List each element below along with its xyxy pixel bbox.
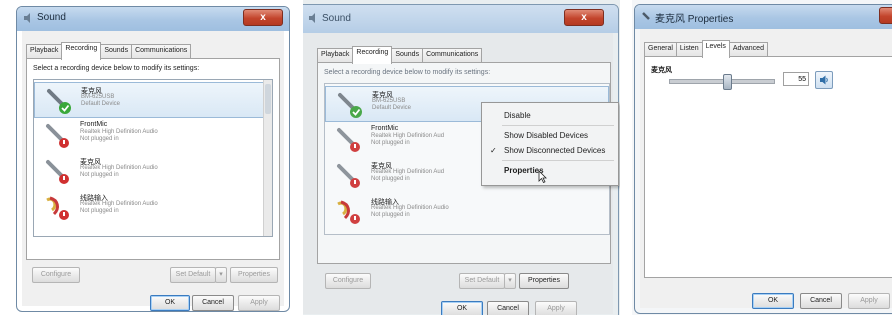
dialog-client: Playback Recording Sounds Communications… bbox=[22, 31, 284, 311]
tab-communications[interactable]: Communications bbox=[422, 48, 483, 63]
device-detail: Realtek High Definition Aud Not plugged i… bbox=[371, 133, 445, 146]
microphone-icon bbox=[47, 89, 71, 114]
microphone-icon bbox=[337, 164, 360, 188]
device-detail: Realtek High Definition Audio Not plugged… bbox=[80, 129, 158, 142]
tab-sounds[interactable]: Sounds bbox=[391, 48, 424, 63]
tab-recording[interactable]: Recording bbox=[352, 46, 393, 64]
tab-strip: Playback Recording Sounds Communications bbox=[26, 42, 192, 60]
speaker-icon bbox=[24, 13, 30, 23]
tab-general[interactable]: General bbox=[644, 42, 677, 57]
properties-dialog: 麦克风 Properties x General Listen Levels A… bbox=[634, 4, 892, 314]
cancel-button[interactable]: Cancel bbox=[800, 293, 842, 309]
screenshot-panel-1: Sound x Playback Recording Sounds Commun… bbox=[0, 0, 294, 315]
level-label: 麦克风 bbox=[651, 67, 672, 74]
tab-communications[interactable]: Communications bbox=[131, 44, 192, 59]
apply-button[interactable]: Apply bbox=[535, 301, 577, 315]
level-value-field[interactable]: 55 bbox=[783, 72, 809, 86]
device-detail: Realtek High Definition Audio Not plugged… bbox=[371, 205, 449, 218]
tab-playback[interactable]: Playback bbox=[26, 44, 63, 59]
device-detail: Realtek High Definition Aud Not plugged i… bbox=[371, 169, 445, 182]
dialog-client: General Listen Levels Advanced 麦克风 55 OK… bbox=[640, 29, 892, 309]
ok-button[interactable]: OK bbox=[441, 301, 483, 315]
device-detail: BM-625USB Default Device bbox=[81, 94, 121, 107]
ok-button[interactable]: OK bbox=[752, 293, 794, 309]
device-item[interactable]: 线路输入 Realtek High Definition Audio Not pl… bbox=[34, 190, 272, 224]
apply-button[interactable]: Apply bbox=[238, 295, 280, 311]
device-name: FrontMic bbox=[371, 125, 399, 132]
instruction-text: Select a recording device below to modif… bbox=[33, 65, 200, 72]
window-title: Sound bbox=[322, 13, 351, 24]
checkmark-icon: ✓ bbox=[490, 146, 497, 155]
device-item[interactable]: FrontMic Realtek High Definition Audio No… bbox=[34, 118, 272, 152]
configure-button[interactable]: Configure bbox=[32, 267, 80, 283]
microphone-icon bbox=[338, 93, 362, 118]
cancel-button[interactable]: Cancel bbox=[192, 295, 234, 311]
chevron-down-icon: ▾ bbox=[219, 271, 223, 278]
tab-sounds[interactable]: Sounds bbox=[100, 44, 133, 59]
microphone-icon bbox=[46, 160, 69, 184]
set-default-dropdown[interactable]: ▾ bbox=[215, 267, 227, 283]
microphone-small-icon bbox=[642, 12, 650, 20]
line-in-cable-icon bbox=[337, 200, 360, 224]
line-in-cable-icon bbox=[46, 196, 69, 220]
device-item[interactable]: 麦克风 Realtek High Definition Audio Not plu… bbox=[34, 154, 272, 188]
close-button[interactable]: x bbox=[243, 9, 283, 26]
menu-separator bbox=[502, 160, 614, 161]
set-default-button[interactable]: Set Default bbox=[459, 273, 505, 289]
close-button[interactable]: x bbox=[564, 9, 604, 26]
device-detail: Realtek High Definition Audio Not plugged… bbox=[80, 165, 158, 178]
set-default-dropdown[interactable]: ▾ bbox=[504, 273, 516, 289]
title-bar: Sound x bbox=[17, 7, 289, 31]
device-list[interactable]: 麦克风 BM-625USB Default Device FrontMic Rea… bbox=[33, 79, 273, 237]
tab-page: Select a recording device below to modif… bbox=[26, 58, 280, 260]
sound-dialog: Sound x Playback Recording Sounds Commun… bbox=[16, 6, 290, 312]
menu-separator bbox=[502, 125, 614, 126]
title-bar: 麦克风 Properties x bbox=[635, 5, 892, 29]
chevron-down-icon: ▾ bbox=[508, 277, 512, 284]
speaker-icon bbox=[820, 75, 828, 85]
tab-strip: Playback Recording Sounds Communications bbox=[317, 46, 483, 64]
microphone-icon bbox=[46, 124, 69, 148]
title-bar: Sound x bbox=[303, 5, 618, 33]
microphone-icon bbox=[337, 128, 360, 152]
properties-button[interactable]: Properties bbox=[230, 267, 278, 283]
device-detail: Realtek High Definition Audio Not plugged… bbox=[80, 201, 158, 214]
window-title: 麦克风 Properties bbox=[655, 14, 734, 25]
close-button[interactable]: x bbox=[879, 7, 892, 24]
tab-listen[interactable]: Listen bbox=[675, 42, 703, 57]
tab-strip: General Listen Levels Advanced bbox=[644, 40, 768, 58]
mouse-cursor-icon bbox=[538, 171, 547, 183]
tab-playback[interactable]: Playback bbox=[317, 48, 354, 63]
mute-button[interactable] bbox=[815, 71, 833, 89]
tab-page: 麦克风 55 bbox=[644, 56, 892, 278]
tab-recording[interactable]: Recording bbox=[61, 42, 102, 60]
device-item[interactable]: 麦克风 BM-625USB Default Device bbox=[34, 82, 272, 118]
speaker-icon bbox=[309, 13, 315, 23]
menu-item-show-disconnected[interactable]: Show Disconnected Devices bbox=[504, 146, 605, 155]
tab-levels[interactable]: Levels bbox=[701, 40, 730, 58]
device-detail: BM-625USB Default Device bbox=[372, 98, 412, 111]
menu-item-show-disabled[interactable]: Show Disabled Devices bbox=[504, 131, 588, 140]
ok-button[interactable]: OK bbox=[150, 295, 190, 311]
set-default-button[interactable]: Set Default bbox=[170, 267, 216, 283]
configure-button[interactable]: Configure bbox=[325, 273, 371, 289]
cancel-button[interactable]: Cancel bbox=[487, 301, 529, 315]
window-title: Sound bbox=[37, 12, 66, 23]
device-name: FrontMic bbox=[80, 121, 108, 128]
device-item[interactable]: 线路输入 Realtek High Definition Audio Not pl… bbox=[325, 194, 609, 228]
screenshot-panel-2: Sound x Playback Recording Sounds Commun… bbox=[303, 0, 620, 315]
scrollbar[interactable] bbox=[263, 80, 272, 236]
scrollbar-thumb[interactable] bbox=[265, 84, 271, 114]
instruction-text: Select a recording device below to modif… bbox=[324, 69, 491, 76]
screenshot-panel-3: 麦克风 Properties x General Listen Levels A… bbox=[632, 0, 892, 315]
slider-thumb[interactable] bbox=[723, 74, 732, 90]
tab-advanced[interactable]: Advanced bbox=[728, 42, 768, 57]
volume-slider[interactable] bbox=[669, 74, 775, 90]
menu-item-disable[interactable]: Disable bbox=[504, 111, 531, 120]
context-menu: Disable Show Disabled Devices ✓ Show Dis… bbox=[481, 102, 619, 186]
properties-button[interactable]: Properties bbox=[519, 273, 569, 289]
apply-button[interactable]: Apply bbox=[848, 293, 890, 309]
